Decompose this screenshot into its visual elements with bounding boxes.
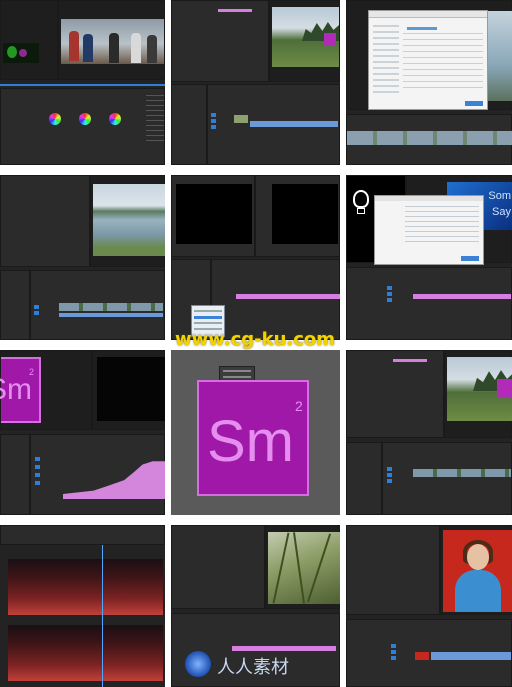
import-file-dialog[interactable] <box>374 195 484 265</box>
tile-bulb-import-dialog: Som Say <box>346 175 512 340</box>
timeline-panel <box>382 442 512 515</box>
timeline-clip-thumb[interactable] <box>234 115 248 123</box>
sm-title-thumbnail: Sm 2 <box>0 357 41 423</box>
project-panel <box>0 270 30 340</box>
timeline-panel <box>346 619 512 687</box>
effect-controls-panel <box>171 0 269 82</box>
clip-bar[interactable] <box>393 359 427 362</box>
lightbulb-icon <box>353 190 369 208</box>
tile-sm-title-large: Sm 2 <box>171 350 340 515</box>
dialog-open-button[interactable] <box>465 101 483 106</box>
sm-overlay-badge <box>324 33 336 45</box>
timeline-clip-title[interactable] <box>413 294 511 299</box>
program-monitor-panel <box>265 525 340 609</box>
timeline-panel <box>346 114 512 165</box>
tile-audio-spectral <box>0 525 165 687</box>
site-logo-text: 人人素材 <box>217 657 289 678</box>
sm-title-superscript: 2 <box>295 398 303 414</box>
program-monitor-panel <box>444 350 512 438</box>
program-monitor-panel <box>255 175 340 257</box>
program-monitor-panel <box>269 0 340 82</box>
color-wheel-highlights-icon[interactable] <box>109 113 121 125</box>
bulb-title-line1: Som <box>488 190 511 202</box>
bulb-title-line2: Say <box>492 206 511 218</box>
timeline-clip-title[interactable] <box>236 294 340 299</box>
source-panel <box>0 175 90 267</box>
audition-toolbar <box>0 525 165 545</box>
timeline-panel <box>30 270 165 340</box>
dialog-file-list[interactable] <box>403 33 483 93</box>
source-monitor-panel <box>171 175 255 257</box>
tile-color-correction-workspace <box>0 0 165 165</box>
timeline-clip-video[interactable] <box>59 303 163 311</box>
tile-timeline-landscape-preview <box>171 0 340 165</box>
grass-video-frame <box>268 532 340 604</box>
color-wheel-shadows-icon[interactable] <box>49 113 61 125</box>
program-monitor-panel <box>58 0 165 80</box>
source-monitor-panel <box>346 525 440 615</box>
lake-video-frame <box>93 184 165 256</box>
landscape-video-frame <box>272 7 339 67</box>
program-monitor-panel <box>440 525 512 615</box>
spectral-display-lower <box>8 625 163 681</box>
timeline-clip-title[interactable] <box>232 646 336 651</box>
watermark-text: www.cg-ku.com <box>175 329 336 350</box>
tile-sm-title-keyframes: Sm 2 <box>0 350 165 515</box>
source-monitor-panel <box>0 0 58 80</box>
project-panel <box>171 84 207 165</box>
timeline-clip-red[interactable] <box>415 652 429 660</box>
dialog-sidebar <box>373 25 399 95</box>
effect-controls-panel <box>346 350 444 438</box>
project-panel <box>346 442 382 515</box>
sm-title-letters: Sm <box>0 373 32 406</box>
timeline-panel <box>211 259 340 340</box>
color-wheel-midtones-icon[interactable] <box>79 113 91 125</box>
effect-controls-keyframes <box>30 434 165 515</box>
site-logo-mark <box>185 651 211 677</box>
tile-black-preview-context-menu <box>171 175 340 340</box>
dialog-file-list[interactable] <box>405 206 479 246</box>
sm-title-letters: Sm <box>207 409 294 474</box>
timeline-clip-audio[interactable] <box>59 313 163 317</box>
sm-overlay-badge <box>497 379 512 397</box>
timeline-clip-video[interactable] <box>431 652 511 660</box>
effects-list <box>146 95 164 145</box>
office-scene-video-frame <box>61 19 164 64</box>
timeline-clip-video[interactable] <box>250 121 338 127</box>
presenter-video-frame <box>443 530 512 612</box>
lumetri-color-panel <box>0 88 165 165</box>
spectral-display-upper <box>8 559 163 615</box>
dialog-open-button[interactable] <box>461 256 479 261</box>
tile-import-dialog <box>346 0 512 165</box>
sm-title-superscript: 2 <box>29 367 35 377</box>
timeline-panel <box>346 267 512 340</box>
tile-grass-preview: 人人素材 <box>171 525 340 687</box>
timeline-clip-video[interactable] <box>413 469 511 477</box>
source-monitor-panel: Sm 2 <box>0 350 92 430</box>
program-monitor-panel <box>92 350 165 430</box>
program-monitor-panel <box>90 175 165 267</box>
timeline-thumbnails[interactable] <box>347 131 512 145</box>
sm-title-graphic: Sm 2 <box>197 380 309 496</box>
vectorscope-image <box>3 43 39 63</box>
landscape-video-frame <box>447 357 512 421</box>
clip-bar[interactable] <box>218 9 252 12</box>
project-panel <box>0 434 30 515</box>
keyframe-ramp-graph[interactable] <box>63 461 165 499</box>
tile-presenter-preview <box>346 525 512 687</box>
import-file-dialog[interactable] <box>368 10 488 110</box>
tile-landscape-sm-overlay <box>346 350 512 515</box>
tile-lake-preview <box>0 175 165 340</box>
source-monitor-panel <box>171 525 265 609</box>
timeline-panel <box>207 84 340 165</box>
